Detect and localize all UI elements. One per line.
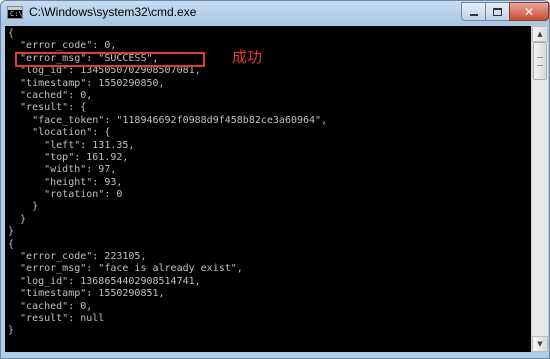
console-line: "top": 161.92,	[8, 151, 129, 163]
console-output[interactable]: { "error_code": 0, "error_msg": "SUCCESS…	[5, 26, 531, 352]
console-line: "log_id": 1345050702908507081,	[8, 65, 201, 77]
close-icon: ✕	[523, 4, 535, 19]
console-line: }	[8, 226, 15, 238]
maximize-button[interactable]	[485, 2, 510, 21]
maximize-icon	[493, 7, 502, 16]
window-bottom-border	[1, 352, 549, 358]
console-line: "error_code": 0,	[8, 40, 117, 52]
console-line: {	[8, 28, 15, 39]
scroll-down-icon: ▼	[537, 340, 543, 348]
console-line: "cached": 0,	[8, 89, 93, 101]
console-line: "face_token": "118946692f0988d9f458b82ce…	[8, 114, 328, 126]
minimize-button[interactable]	[461, 2, 486, 21]
console-line: "left": 131.35,	[8, 139, 135, 151]
console-line: "width": 97,	[8, 164, 117, 176]
console-line: }	[8, 201, 39, 213]
console-line: "error_msg": "face is already exist",	[8, 263, 243, 275]
console-line: "height": 93,	[8, 176, 123, 188]
console-icon-label: C:\	[10, 10, 23, 18]
annotation-label: 成功	[232, 48, 263, 66]
console-line: "timestamp": 1550290850,	[8, 77, 165, 89]
minimize-icon	[469, 14, 478, 16]
console-line: "error_code": 223105,	[8, 251, 147, 263]
console-line: "location": {	[8, 127, 111, 139]
scroll-thumb[interactable]	[533, 42, 547, 80]
console-line: "cached": 0,	[8, 300, 93, 312]
console-line: "rotation": 0	[8, 189, 123, 201]
scroll-up-button[interactable]: ▲	[532, 26, 548, 42]
console-line: {	[8, 238, 15, 250]
console-line: }	[8, 325, 15, 337]
highlight-box	[15, 52, 205, 67]
console-line: }	[8, 213, 27, 225]
scroll-down-button[interactable]: ▼	[532, 336, 548, 352]
console-text: { "error_code": 0, "error_msg": "SUCCESS…	[8, 28, 327, 338]
scroll-up-icon: ▲	[537, 30, 543, 38]
console-line: "timestamp": 1550290851,	[8, 288, 165, 300]
console-line: "result": {	[8, 102, 87, 114]
close-button[interactable]: ✕	[509, 2, 549, 21]
console-icon[interactable]: C:\	[7, 6, 23, 19]
window-title: C:\Windows\system32\cmd.exe	[29, 5, 197, 19]
console-line: "result": null	[8, 312, 105, 324]
title-bar[interactable]: C:\ C:\Windows\system32\cmd.exe ✕	[1, 1, 549, 25]
vertical-scrollbar[interactable]: ▲ ▼	[531, 26, 548, 352]
console-line: "log_id": 1368654402908514741,	[8, 275, 201, 287]
